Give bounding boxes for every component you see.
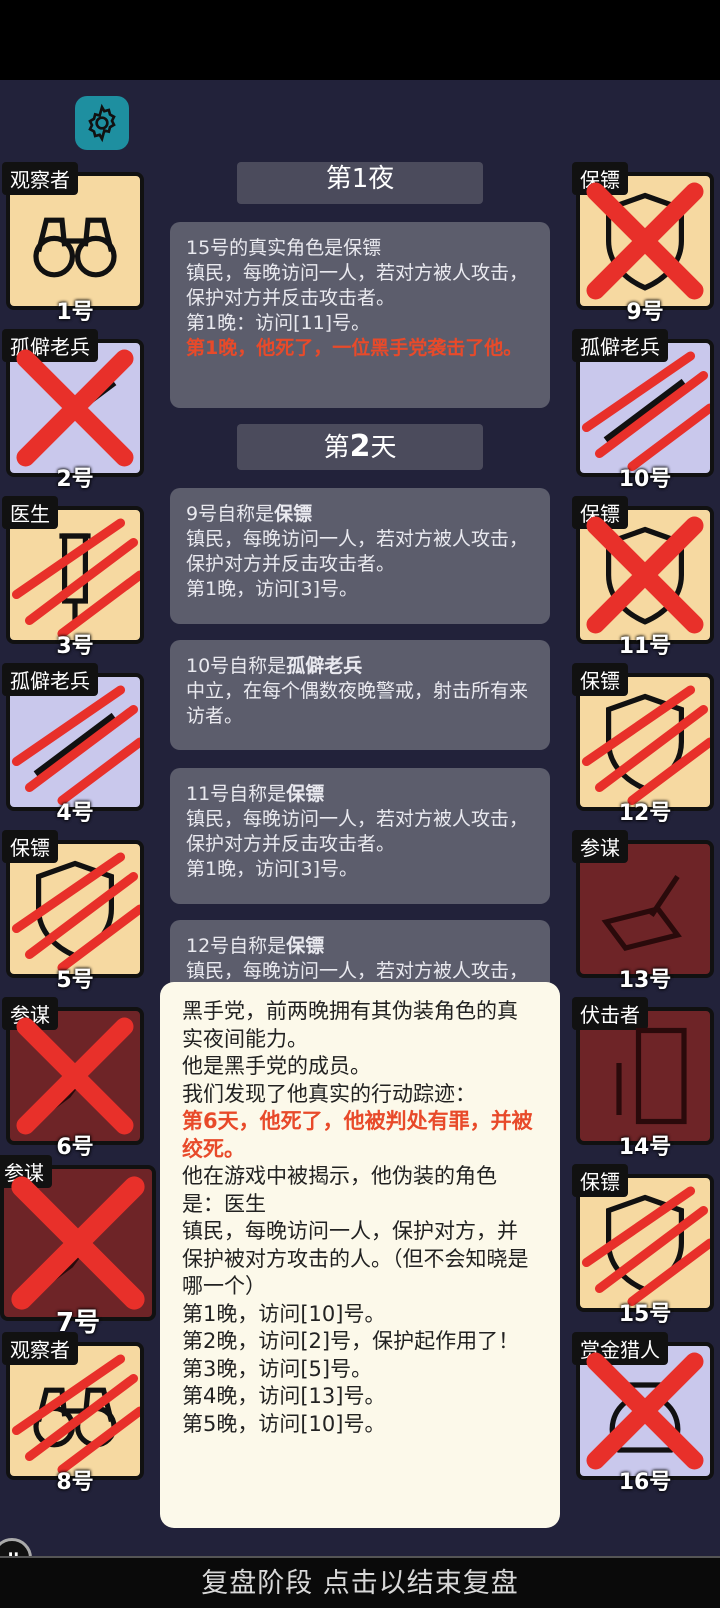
shield-icon: [606, 1194, 684, 1293]
shield-icon: [606, 192, 684, 291]
message-title: 15号的真实角色是保镖: [186, 237, 382, 259]
popup-role-desc: 黑手党，前两晚拥有其伪装角色的真实夜间能力。: [182, 999, 518, 1051]
popup-visit: 第1晚，访问[10]号。: [182, 1301, 386, 1326]
popup-visit: 第2晚，访问[2]号，保护起作用了！: [182, 1329, 520, 1353]
quill-icon: [601, 875, 682, 951]
day-header-partial: 第1夜: [237, 162, 483, 204]
player-card-10[interactable]: 孤僻老兵 10号: [572, 329, 714, 492]
quill-icon: [40, 1041, 110, 1118]
message-visit: 第1晚：访问[11]号。: [186, 312, 371, 334]
claimed-role: 保镖: [286, 935, 325, 957]
message-title: 12号自称是: [186, 935, 287, 957]
message-title: 9号自称是: [186, 503, 275, 525]
log-message: 11号自称是保镖 镇民，每晚访问一人，若对方被人攻击，保护对方并反击攻击者。 第…: [170, 768, 550, 904]
popup-faction: 他是黑手党的成员。: [182, 1054, 371, 1078]
popup-visit: 第3晚，访问[5]号。: [182, 1356, 373, 1381]
rifle-icon: [603, 378, 687, 444]
message-visit: 第1晚，访问[3]号。: [186, 858, 359, 880]
player-number: 2号: [56, 467, 94, 492]
end-review-label: 复盘阶段 点击以结束复盘: [201, 1568, 519, 1599]
binoculars-icon: [33, 217, 117, 278]
player-card-7[interactable]: 参谋 7号: [0, 1155, 156, 1338]
message-body: 中立，在每个偶数夜晚警戒，射击所有来访者。: [186, 680, 529, 727]
message-visit: 第1晚，访问[3]号。: [186, 578, 359, 600]
player-card-13[interactable]: 参谋 13号: [572, 830, 714, 993]
knife-door-icon: [616, 1027, 687, 1125]
popup-visit: 第4晚，访问[13]号。: [182, 1384, 386, 1408]
message-title: 10号自称是: [186, 655, 287, 677]
shield-icon: [606, 526, 684, 625]
player-number: 4号: [56, 801, 94, 826]
message-body: 镇民，每晚访问一人，若对方被人攻击，保护对方并反击攻击者。: [186, 808, 529, 855]
rifle-icon: [33, 378, 117, 444]
rifle-icon: [33, 712, 117, 778]
end-review-button[interactable]: 复盘阶段 点击以结束复盘: [0, 1556, 720, 1608]
day-suffix: 天: [370, 433, 397, 463]
player-number: 9号: [626, 300, 664, 325]
player-card-5[interactable]: 保镖 5号: [2, 830, 144, 993]
player-card-3[interactable]: 医生 3号: [2, 496, 144, 659]
money-bag-icon: [609, 1382, 681, 1453]
player-card-1[interactable]: 观察者 1号: [2, 162, 144, 325]
claimed-role: 保镖: [286, 783, 325, 805]
log-message: 10号自称是孤僻老兵 中立，在每个偶数夜晚警戒，射击所有来访者。: [170, 640, 550, 750]
player-card-16[interactable]: 赏金猎人 16号: [572, 1332, 714, 1495]
player-card-4[interactable]: 孤僻老兵 4号: [2, 663, 144, 826]
player-card-14[interactable]: 伏击者 14号: [572, 997, 714, 1160]
status-bar: [0, 0, 720, 80]
player-number: 14号: [618, 1135, 672, 1160]
player-card-2[interactable]: 孤僻老兵 2号: [2, 329, 144, 492]
claimed-role: 孤僻老兵: [286, 655, 363, 677]
log-message: 15号的真实角色是保镖 镇民，每晚访问一人，若对方被人攻击，保护对方并反击攻击者…: [170, 222, 550, 408]
player-number: 13号: [618, 968, 672, 993]
player-number: 16号: [618, 1470, 672, 1495]
day-header-text: 第1夜: [325, 164, 395, 194]
popup-reveal: 他在游戏中被揭示，他伪装的角色是：医生: [182, 1164, 497, 1216]
message-title: 11号自称是: [186, 783, 287, 805]
day-header: 第2天: [237, 424, 483, 470]
player-number: 11号: [618, 634, 672, 659]
settings-button[interactable]: [75, 96, 129, 150]
popup-visit: 第5晚，访问[10]号。: [182, 1411, 386, 1436]
player-number: 10号: [618, 467, 672, 492]
quill-icon: [39, 1204, 118, 1290]
shield-icon: [36, 860, 114, 959]
claimed-role: 保镖: [274, 503, 313, 525]
player-number: 3号: [56, 634, 94, 659]
player-card-15[interactable]: 保镖 15号: [572, 1164, 714, 1327]
popup-death-note: 第6天，他死了，他被判处有罪，并被绞死。: [182, 1109, 533, 1161]
player-number: 8号: [56, 1470, 94, 1495]
player-card-9[interactable]: 保镖 9号: [572, 162, 714, 325]
binoculars-icon: [33, 1387, 117, 1448]
shield-icon: [606, 693, 684, 792]
message-body: 镇民，每晚访问一人，若对方被人攻击，保护对方并反击攻击者。: [186, 528, 529, 575]
death-note: 第1晚，他死了，一位黑手党袭击了他。: [186, 337, 523, 359]
player-number: 12号: [618, 801, 672, 826]
day-prefix: 第: [323, 433, 350, 463]
gear-icon: [88, 103, 116, 143]
player-detail-popup[interactable]: 黑手党，前两晚拥有其伪装角色的真实夜间能力。 他是黑手党的成员。 我们发现了他真…: [160, 982, 560, 1528]
popup-track-label: 我们发现了他真实的行动踪迹：: [182, 1081, 476, 1106]
player-number: 1号: [56, 300, 94, 325]
syringe-icon: [59, 533, 91, 621]
player-card-6[interactable]: 参谋 6号: [2, 997, 144, 1160]
player-card-12[interactable]: 保镖 12号: [572, 663, 714, 826]
message-body: 镇民，每晚访问一人，若对方被人攻击，保护对方并反击攻击者。: [186, 262, 529, 309]
player-number: 5号: [56, 968, 94, 993]
day-number: 2: [349, 429, 371, 464]
popup-disguise-desc: 镇民，每晚访问一人，保护对方，并保护被对方攻击的人。（但不会知晓是哪一个）: [182, 1219, 529, 1298]
log-message: 9号自称是保镖 镇民，每晚访问一人，若对方被人攻击，保护对方并反击攻击者。 第1…: [170, 488, 550, 624]
player-card-8[interactable]: 观察者 8号: [2, 1332, 144, 1495]
player-card-11[interactable]: 保镖 11号: [572, 496, 714, 659]
player-number: 15号: [618, 1302, 672, 1327]
